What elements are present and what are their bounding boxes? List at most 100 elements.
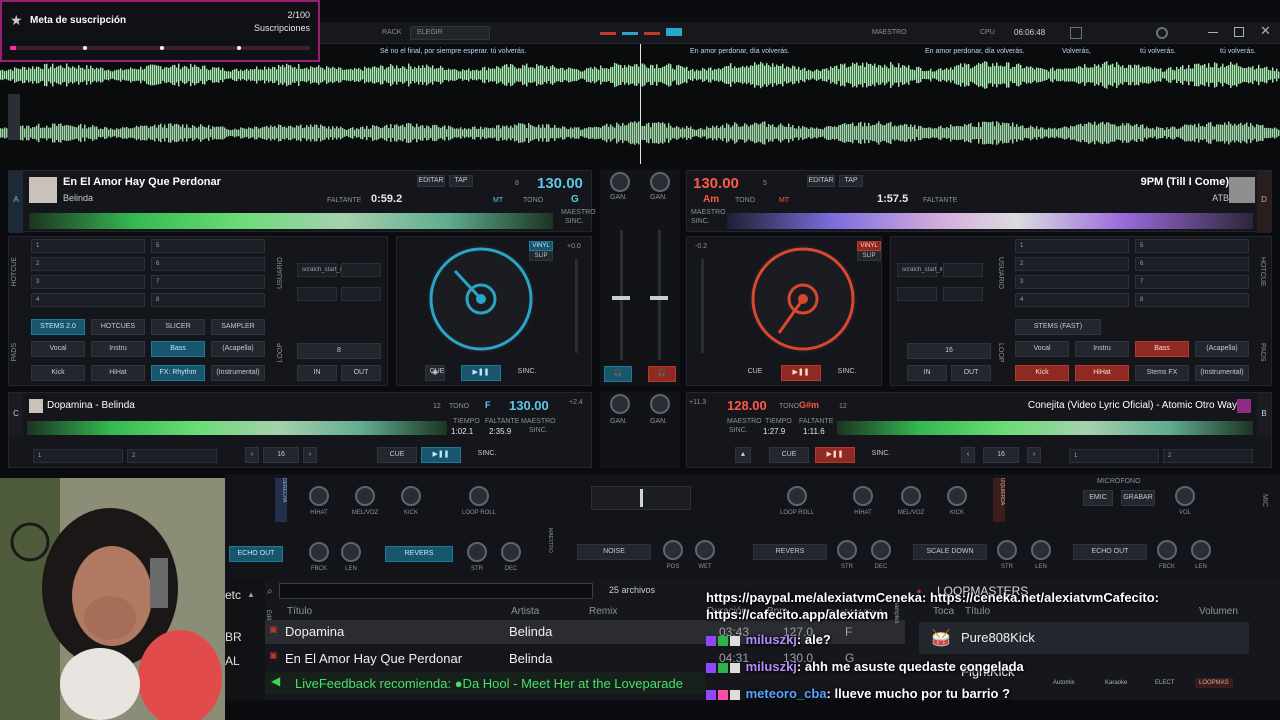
jog-wheel[interactable] xyxy=(427,245,535,353)
fx-knob[interactable] xyxy=(467,542,487,562)
deck-overview-waveform[interactable] xyxy=(29,213,553,229)
loop-length[interactable]: 16 xyxy=(983,447,1019,463)
pitch-slider[interactable] xyxy=(701,259,704,353)
slip-button[interactable]: SLIP xyxy=(857,251,881,261)
stems-select[interactable]: STEMS (FAST) xyxy=(1015,319,1101,335)
stem-pad-instru[interactable]: Instru xyxy=(1075,341,1129,357)
vinyl-button[interactable]: VINYL xyxy=(529,241,553,251)
loop-in-button[interactable]: IN xyxy=(907,365,947,381)
deck-a-header[interactable]: A En El Amor Hay Que Perdonar Belinda FA… xyxy=(8,170,596,233)
tap-button[interactable]: TAP xyxy=(839,175,863,187)
loop-out-button[interactable]: OUT xyxy=(341,365,381,381)
bpm-display[interactable]: 128.00 xyxy=(727,398,767,413)
fader-handle[interactable] xyxy=(650,296,668,300)
hotcue-pad[interactable]: 2 xyxy=(127,449,217,463)
tab-stems[interactable]: STEMS 2.0 xyxy=(31,319,85,335)
pitch-slider[interactable] xyxy=(575,259,578,353)
folder-item[interactable]: AL xyxy=(225,654,240,668)
stem-pad-kick[interactable]: Kick xyxy=(31,365,85,381)
user-pad[interactable] xyxy=(341,263,381,277)
hotcue-pad[interactable]: 5 xyxy=(1135,239,1249,253)
gain-knob-c[interactable] xyxy=(610,394,630,414)
vinyl-button[interactable]: VINYL xyxy=(857,241,881,251)
fx-knob[interactable] xyxy=(401,486,421,506)
fx-knob[interactable] xyxy=(997,540,1017,560)
sync-button[interactable]: SINC. xyxy=(467,447,507,463)
edit-button[interactable]: EDITAR xyxy=(417,175,445,187)
user-pad[interactable]: scratch_start_impl... xyxy=(897,263,956,277)
tab-sampler[interactable]: SAMPLER xyxy=(211,319,265,335)
minimize-icon[interactable] xyxy=(1208,32,1218,33)
mt-label[interactable]: MT xyxy=(493,197,503,204)
crossfader-handle[interactable] xyxy=(640,489,643,507)
table-row[interactable]: ▣ Dopamina Belinda xyxy=(265,620,705,644)
loop-decrease-button[interactable]: ‹ xyxy=(961,447,975,463)
fx-knob[interactable] xyxy=(695,540,715,560)
hotcue-pad[interactable]: 8 xyxy=(151,293,265,307)
hotcue-pad[interactable]: 1 xyxy=(1015,239,1129,253)
stem-pad-stems-fx[interactable]: Stems FX xyxy=(1135,365,1189,381)
hotcue-pad[interactable]: 4 xyxy=(1015,293,1129,307)
user-pad[interactable] xyxy=(297,287,337,301)
loop-out-button[interactable]: OUT xyxy=(951,365,991,381)
folder-item[interactable]: etc xyxy=(225,588,241,602)
loop-length[interactable]: 8 xyxy=(297,343,381,359)
mt-label[interactable]: MT xyxy=(779,197,789,204)
fx-select[interactable]: REVERS xyxy=(385,546,453,562)
column-header[interactable]: Artista xyxy=(511,606,539,617)
cue-button[interactable]: CUE xyxy=(419,365,455,381)
column-header[interactable]: Remix xyxy=(589,606,617,617)
tab-hotcues[interactable]: HOTCUES xyxy=(91,319,145,335)
fx-select[interactable]: ECHO OUT xyxy=(229,546,283,562)
hotcue-pad[interactable]: 3 xyxy=(31,275,145,289)
play-arrow-icon[interactable]: ◀ xyxy=(271,674,280,688)
hotcue-pad[interactable]: 7 xyxy=(1135,275,1249,289)
stem-pad-bass[interactable]: Bass xyxy=(151,341,205,357)
sync-button[interactable]: SINC. xyxy=(827,365,867,381)
stem-pad-fx-rhythm[interactable]: FX: Rhythm xyxy=(151,365,205,381)
key-display[interactable]: Am xyxy=(703,194,719,205)
fx-knob[interactable] xyxy=(355,486,375,506)
sync-button[interactable]: SINC. xyxy=(507,365,547,381)
stem-pad-acapella[interactable]: (Acapella) xyxy=(1195,341,1249,357)
stem-pad-instrumental[interactable]: (Instrumental) xyxy=(211,365,265,381)
deck-overview-waveform[interactable] xyxy=(727,213,1253,229)
layout-icons[interactable] xyxy=(600,28,682,38)
crossfader[interactable] xyxy=(591,486,691,510)
bpm-display[interactable]: 130.00 xyxy=(509,398,549,413)
search-input[interactable] xyxy=(279,583,593,599)
fx-knob[interactable] xyxy=(341,542,361,562)
deck-overview-waveform[interactable] xyxy=(837,421,1253,435)
gain-knob-a[interactable] xyxy=(610,172,630,192)
channel-fader-a[interactable] xyxy=(620,230,623,360)
play-pause-button[interactable]: ▶❚❚ xyxy=(781,365,821,381)
headphone-cue-b-icon[interactable]: 🎧 xyxy=(648,366,676,382)
fx-select[interactable]: REVERS xyxy=(753,544,827,560)
tap-button[interactable]: TAP xyxy=(449,175,473,187)
stem-pad-hihat[interactable]: HiHat xyxy=(91,365,145,381)
slip-button[interactable]: SLIP xyxy=(529,251,553,261)
table-row[interactable]: ▣ En El Amor Hay Que Perdonar Belinda xyxy=(265,646,705,670)
hotcue-pad[interactable]: 1 xyxy=(31,239,145,253)
stem-pad-vocal[interactable]: Vocal xyxy=(1015,341,1069,357)
fx-select[interactable]: NOISE xyxy=(577,544,651,560)
key-display[interactable]: G xyxy=(571,194,579,205)
hotcue-pad[interactable]: 2 xyxy=(1163,449,1253,463)
key-display[interactable]: F xyxy=(485,400,491,410)
bpm-display[interactable]: 130.00 xyxy=(537,175,583,192)
deck-c[interactable]: C Dopamina - Belinda 12 TONO F 130.00 TI… xyxy=(8,392,592,468)
channel-fader-b[interactable] xyxy=(658,230,661,360)
stem-pad-bass[interactable]: Bass xyxy=(1135,341,1189,357)
user-pad[interactable] xyxy=(943,287,983,301)
folder-sidebar[interactable]: etc BR AL xyxy=(225,580,265,700)
deck-overview-waveform[interactable] xyxy=(27,421,447,435)
user-pad[interactable] xyxy=(943,263,983,277)
stem-pad-hihat[interactable]: HiHat xyxy=(1075,365,1129,381)
rack-select[interactable]: ELEGIR xyxy=(410,26,490,40)
hotcue-pad[interactable]: 7 xyxy=(151,275,265,289)
hotcue-pad[interactable]: 5 xyxy=(151,239,265,253)
fx-knob[interactable] xyxy=(787,486,807,506)
fx-knob[interactable] xyxy=(871,540,891,560)
fx-knob[interactable] xyxy=(947,486,967,506)
fx-knob[interactable] xyxy=(853,486,873,506)
